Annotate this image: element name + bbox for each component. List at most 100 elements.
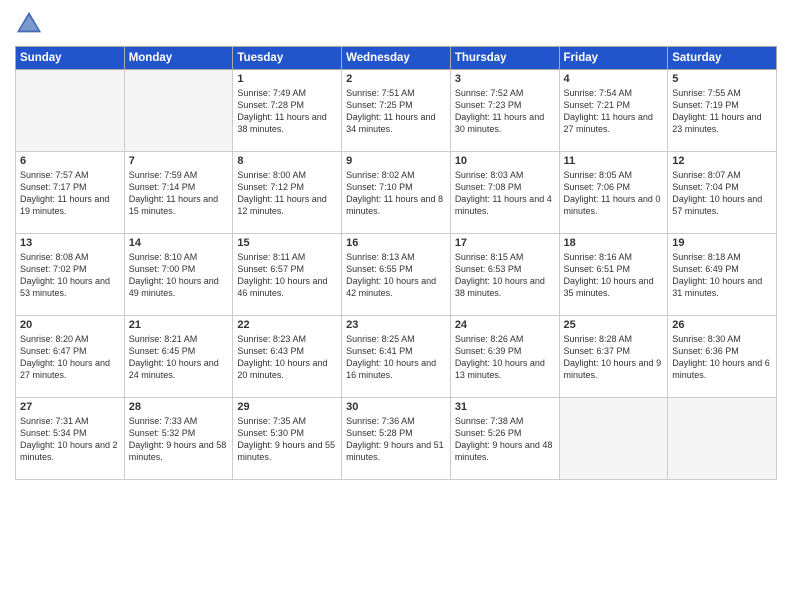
- day-info: Sunrise: 8:15 AM Sunset: 6:53 PM Dayligh…: [455, 251, 555, 300]
- calendar-cell: 14 Sunrise: 8:10 AM Sunset: 7:00 PM Dayli…: [124, 234, 233, 316]
- calendar-cell: 10 Sunrise: 8:03 AM Sunset: 7:08 PM Dayli…: [450, 152, 559, 234]
- day-number: 20: [20, 319, 120, 331]
- day-number: 14: [129, 237, 229, 249]
- day-info: Sunrise: 8:08 AM Sunset: 7:02 PM Dayligh…: [20, 251, 120, 300]
- day-number: 7: [129, 155, 229, 167]
- day-number: 18: [564, 237, 664, 249]
- day-number: 19: [672, 237, 772, 249]
- day-number: 10: [455, 155, 555, 167]
- day-info: Sunrise: 8:03 AM Sunset: 7:08 PM Dayligh…: [455, 169, 555, 218]
- day-number: 8: [237, 155, 337, 167]
- calendar-cell: 4Sunrise: 7:54 AM Sunset: 7:21 PM Daylig…: [559, 70, 668, 152]
- day-info: Sunrise: 7:31 AM Sunset: 5:34 PM Dayligh…: [20, 415, 120, 464]
- day-info: Sunrise: 7:38 AM Sunset: 5:26 PM Dayligh…: [455, 415, 555, 464]
- calendar-cell: 21 Sunrise: 8:21 AM Sunset: 6:45 PM Dayli…: [124, 316, 233, 398]
- day-number: 9: [346, 155, 446, 167]
- calendar-cell: 18 Sunrise: 8:16 AM Sunset: 6:51 PM Dayli…: [559, 234, 668, 316]
- day-info: Sunrise: 7:49 AM Sunset: 7:28 PM Dayligh…: [237, 87, 337, 136]
- day-info: Sunrise: 7:55 AM Sunset: 7:19 PM Dayligh…: [672, 87, 772, 136]
- day-number: 12: [672, 155, 772, 167]
- calendar-cell: 17 Sunrise: 8:15 AM Sunset: 6:53 PM Dayli…: [450, 234, 559, 316]
- calendar-cell: 3Sunrise: 7:52 AM Sunset: 7:23 PM Daylig…: [450, 70, 559, 152]
- calendar-cell: 1 Sunrise: 7:49 AM Sunset: 7:28 PM Daylig…: [233, 70, 342, 152]
- calendar-cell: 16Sunrise: 8:13 AM Sunset: 6:55 PM Dayli…: [342, 234, 451, 316]
- day-info: Sunrise: 8:18 AM Sunset: 6:49 PM Dayligh…: [672, 251, 772, 300]
- calendar-cell: 8 Sunrise: 8:00 AM Sunset: 7:12 PM Daylig…: [233, 152, 342, 234]
- day-info: Sunrise: 7:33 AM Sunset: 5:32 PM Dayligh…: [129, 415, 229, 464]
- weekday-header-friday: Friday: [559, 47, 668, 70]
- calendar-cell: 15 Sunrise: 8:11 AM Sunset: 6:57 PM Dayli…: [233, 234, 342, 316]
- day-info: Sunrise: 8:20 AM Sunset: 6:47 PM Dayligh…: [20, 333, 120, 382]
- calendar-cell: 2 Sunrise: 7:51 AM Sunset: 7:25 PM Daylig…: [342, 70, 451, 152]
- calendar-cell: 5 Sunrise: 7:55 AM Sunset: 7:19 PM Daylig…: [668, 70, 777, 152]
- day-number: 17: [455, 237, 555, 249]
- calendar-cell: 9 Sunrise: 8:02 AM Sunset: 7:10 PM Daylig…: [342, 152, 451, 234]
- day-info: Sunrise: 8:10 AM Sunset: 7:00 PM Dayligh…: [129, 251, 229, 300]
- day-number: 5: [672, 73, 772, 85]
- calendar-cell: 27 Sunrise: 7:31 AM Sunset: 5:34 PM Dayli…: [16, 398, 125, 480]
- calendar-cell: [559, 398, 668, 480]
- day-info: Sunrise: 8:30 AM Sunset: 6:36 PM Dayligh…: [672, 333, 772, 382]
- day-number: 28: [129, 401, 229, 413]
- day-info: Sunrise: 7:59 AM Sunset: 7:14 PM Dayligh…: [129, 169, 229, 218]
- day-info: Sunrise: 7:36 AM Sunset: 5:28 PM Dayligh…: [346, 415, 446, 464]
- calendar-cell: 20 Sunrise: 8:20 AM Sunset: 6:47 PM Dayli…: [16, 316, 125, 398]
- calendar-cell: 6 Sunrise: 7:57 AM Sunset: 7:17 PM Daylig…: [16, 152, 125, 234]
- day-number: 27: [20, 401, 120, 413]
- calendar-cell: 24 Sunrise: 8:26 AM Sunset: 6:39 PM Dayli…: [450, 316, 559, 398]
- calendar-cell: 28 Sunrise: 7:33 AM Sunset: 5:32 PM Dayli…: [124, 398, 233, 480]
- day-info: Sunrise: 7:51 AM Sunset: 7:25 PM Dayligh…: [346, 87, 446, 136]
- day-info: Sunrise: 8:25 AM Sunset: 6:41 PM Dayligh…: [346, 333, 446, 382]
- day-info: Sunrise: 7:35 AM Sunset: 5:30 PM Dayligh…: [237, 415, 337, 464]
- day-info: Sunrise: 7:57 AM Sunset: 7:17 PM Dayligh…: [20, 169, 120, 218]
- day-number: 3: [455, 73, 555, 85]
- calendar-cell: [668, 398, 777, 480]
- day-number: 13: [20, 237, 120, 249]
- weekday-header-wednesday: Wednesday: [342, 47, 451, 70]
- day-number: 29: [237, 401, 337, 413]
- calendar-cell: 19 Sunrise: 8:18 AM Sunset: 6:49 PM Dayli…: [668, 234, 777, 316]
- calendar-cell: [16, 70, 125, 152]
- day-number: 6: [20, 155, 120, 167]
- weekday-header-monday: Monday: [124, 47, 233, 70]
- day-info: Sunrise: 8:28 AM Sunset: 6:37 PM Dayligh…: [564, 333, 664, 382]
- weekday-header-saturday: Saturday: [668, 47, 777, 70]
- day-number: 31: [455, 401, 555, 413]
- calendar-cell: 23Sunrise: 8:25 AM Sunset: 6:41 PM Dayli…: [342, 316, 451, 398]
- day-number: 26: [672, 319, 772, 331]
- logo-icon: [15, 10, 43, 38]
- calendar-cell: [124, 70, 233, 152]
- calendar-cell: 22Sunrise: 8:23 AM Sunset: 6:43 PM Dayli…: [233, 316, 342, 398]
- day-info: Sunrise: 8:07 AM Sunset: 7:04 PM Dayligh…: [672, 169, 772, 218]
- calendar-cell: 12 Sunrise: 8:07 AM Sunset: 7:04 PM Dayli…: [668, 152, 777, 234]
- calendar-cell: 31 Sunrise: 7:38 AM Sunset: 5:26 PM Dayli…: [450, 398, 559, 480]
- day-info: Sunrise: 8:21 AM Sunset: 6:45 PM Dayligh…: [129, 333, 229, 382]
- day-info: Sunrise: 8:16 AM Sunset: 6:51 PM Dayligh…: [564, 251, 664, 300]
- day-number: 30: [346, 401, 446, 413]
- day-info: Sunrise: 7:54 AM Sunset: 7:21 PM Dayligh…: [564, 87, 664, 136]
- day-info: Sunrise: 8:02 AM Sunset: 7:10 PM Dayligh…: [346, 169, 446, 218]
- day-info: Sunrise: 8:13 AM Sunset: 6:55 PM Dayligh…: [346, 251, 446, 300]
- calendar-cell: 30 Sunrise: 7:36 AM Sunset: 5:28 PM Dayli…: [342, 398, 451, 480]
- weekday-header-tuesday: Tuesday: [233, 47, 342, 70]
- day-info: Sunrise: 8:11 AM Sunset: 6:57 PM Dayligh…: [237, 251, 337, 300]
- day-number: 15: [237, 237, 337, 249]
- day-number: 11: [564, 155, 664, 167]
- page: SundayMondayTuesdayWednesdayThursdayFrid…: [0, 0, 792, 612]
- day-number: 2: [346, 73, 446, 85]
- calendar-cell: 26 Sunrise: 8:30 AM Sunset: 6:36 PM Dayli…: [668, 316, 777, 398]
- header: [15, 10, 777, 38]
- calendar-cell: 29 Sunrise: 7:35 AM Sunset: 5:30 PM Dayli…: [233, 398, 342, 480]
- day-number: 21: [129, 319, 229, 331]
- day-number: 22: [237, 319, 337, 331]
- calendar-cell: 25Sunrise: 8:28 AM Sunset: 6:37 PM Dayli…: [559, 316, 668, 398]
- calendar-cell: 7 Sunrise: 7:59 AM Sunset: 7:14 PM Daylig…: [124, 152, 233, 234]
- day-number: 24: [455, 319, 555, 331]
- calendar-table: SundayMondayTuesdayWednesdayThursdayFrid…: [15, 46, 777, 480]
- calendar-cell: 13 Sunrise: 8:08 AM Sunset: 7:02 PM Dayli…: [16, 234, 125, 316]
- day-info: Sunrise: 8:26 AM Sunset: 6:39 PM Dayligh…: [455, 333, 555, 382]
- day-info: Sunrise: 8:00 AM Sunset: 7:12 PM Dayligh…: [237, 169, 337, 218]
- day-number: 1: [237, 73, 337, 85]
- day-info: Sunrise: 8:05 AM Sunset: 7:06 PM Dayligh…: [564, 169, 664, 218]
- calendar-cell: 11 Sunrise: 8:05 AM Sunset: 7:06 PM Dayli…: [559, 152, 668, 234]
